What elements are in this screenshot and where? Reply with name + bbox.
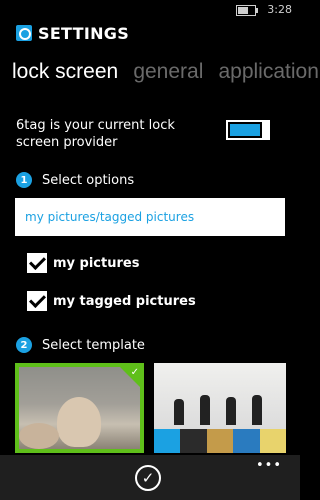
tab-lock-screen[interactable]: lock screen <box>12 60 118 83</box>
pivot-header: lock screen general application <box>12 60 320 84</box>
template-option-1[interactable]: ✓ <box>15 363 144 453</box>
template-option-2[interactable] <box>154 363 286 453</box>
app-header: SETTINGS <box>16 22 129 44</box>
options-picker[interactable]: my pictures/tagged pictures <box>15 198 285 236</box>
save-button[interactable]: ✓ <box>135 465 161 491</box>
toggle-fill <box>230 124 260 136</box>
my-pictures-label: my pictures <box>53 255 140 271</box>
app-logo-icon <box>16 25 32 41</box>
tab-general[interactable]: general <box>133 60 203 83</box>
step-1-badge: 1 <box>16 172 32 188</box>
my-pictures-checkbox[interactable] <box>27 253 47 273</box>
step-2-label: Select template <box>42 337 145 353</box>
check-icon: ✓ <box>141 468 155 487</box>
options-picker-value: my pictures/tagged pictures <box>25 210 195 224</box>
tab-application[interactable]: application <box>218 60 318 83</box>
my-tagged-pictures-checkbox[interactable] <box>27 291 47 311</box>
my-tagged-pictures-checkbox-row[interactable]: my tagged pictures <box>27 291 196 311</box>
step-1-label: Select options <box>42 172 135 188</box>
toggle-thumb[interactable] <box>262 120 270 140</box>
checkmark-icon: ✓ <box>130 367 139 378</box>
template-2-thumbnails <box>154 429 286 453</box>
page-title: SETTINGS <box>38 23 130 43</box>
status-bar: 3:28 <box>0 0 300 20</box>
status-time: 3:28 <box>267 3 292 16</box>
battery-icon <box>236 5 258 16</box>
lock-screen-provider-text: 6tag is your current lock screen provide… <box>16 118 175 150</box>
my-pictures-checkbox-row[interactable]: my pictures <box>27 253 139 273</box>
step-2-badge: 2 <box>16 337 32 353</box>
lock-screen-toggle[interactable] <box>226 120 270 140</box>
my-tagged-pictures-label: my tagged pictures <box>53 293 196 309</box>
template-2-photo <box>154 363 286 429</box>
step-select-template: 2 Select template <box>16 337 145 353</box>
more-options-button[interactable]: ••• <box>256 458 282 473</box>
step-select-options: 1 Select options <box>16 172 134 188</box>
